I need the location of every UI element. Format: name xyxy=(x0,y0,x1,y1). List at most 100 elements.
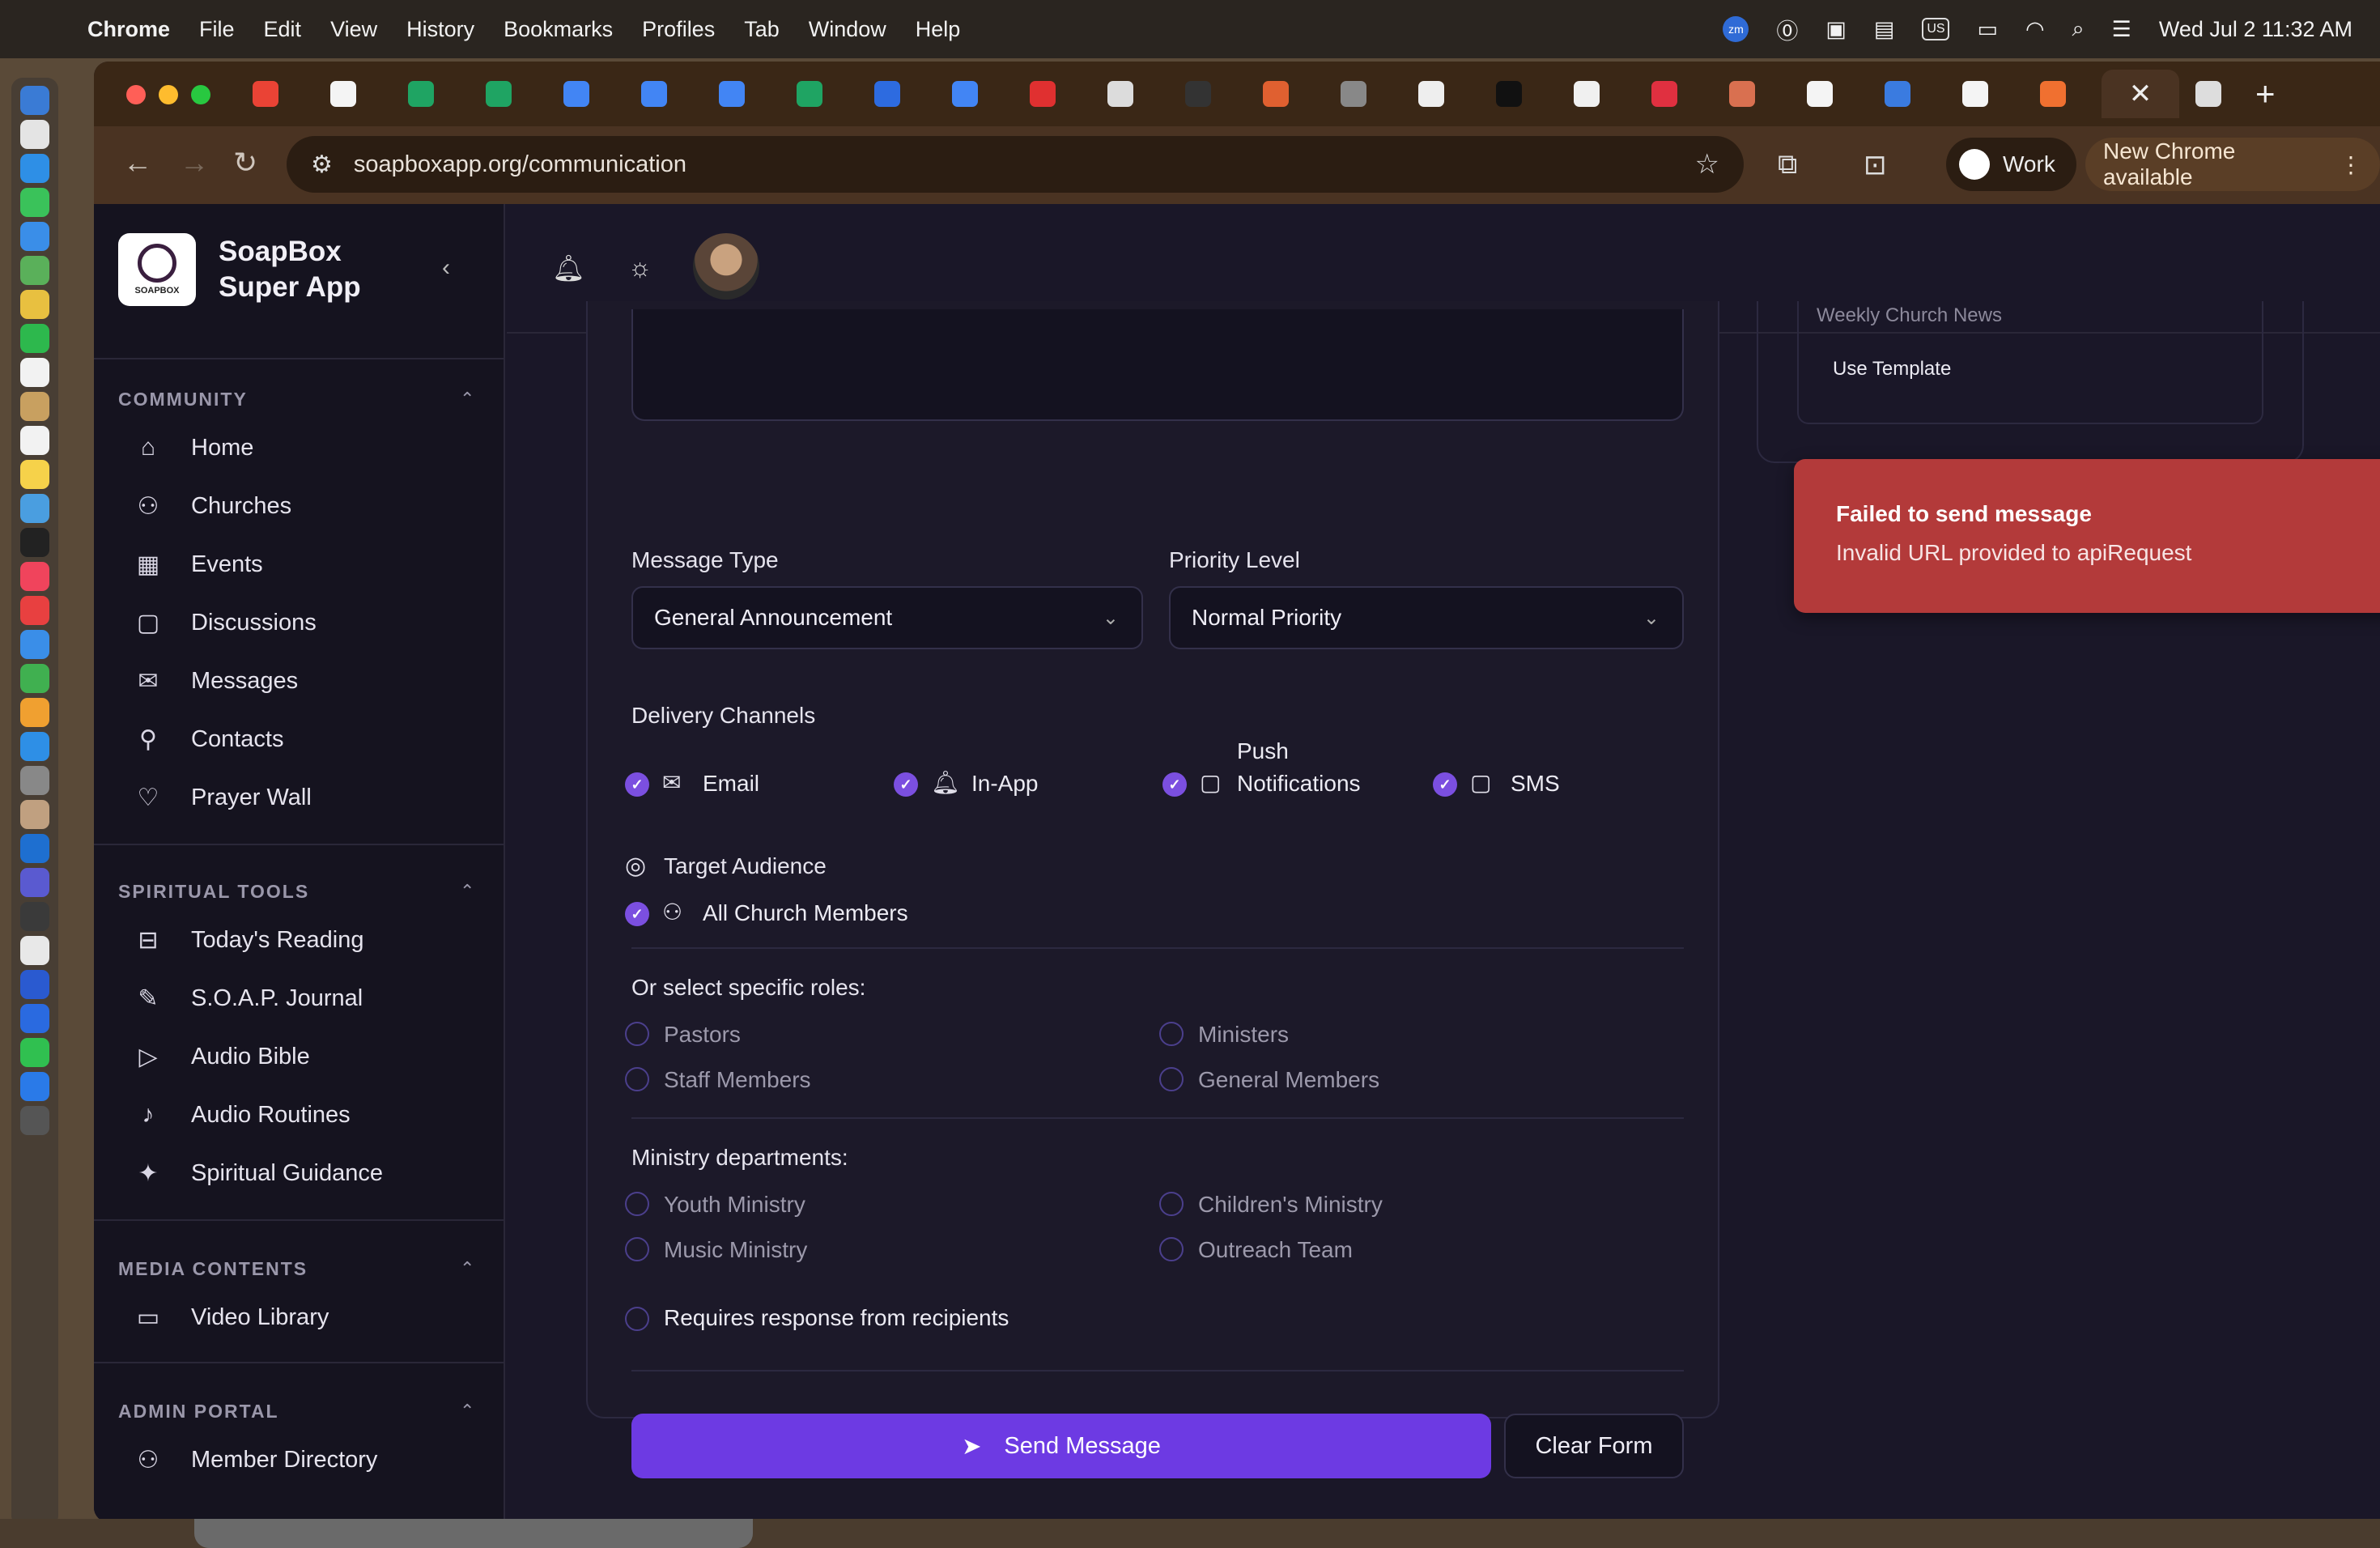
chrome-update-button[interactable]: New Chrome available ⋮ xyxy=(2085,138,2380,191)
sidebar-item-events[interactable]: ▦ Events xyxy=(134,544,263,585)
url-text[interactable]: soapboxapp.org/communication xyxy=(354,151,686,178)
all-members-checkbox[interactable]: ✓ xyxy=(625,902,649,926)
menu-tab[interactable]: Tab xyxy=(744,17,780,42)
x-tab-icon[interactable] xyxy=(1496,81,1522,107)
sidebar-item-spiritual-guidance[interactable]: ✦ Spiritual Guidance xyxy=(134,1153,383,1193)
dept-youth-checkbox[interactable] xyxy=(625,1192,649,1216)
tab-favicon[interactable] xyxy=(1418,81,1444,107)
send-message-button[interactable]: ➤ Send Message xyxy=(631,1414,1491,1478)
section-admin-portal[interactable]: ADMIN PORTAL xyxy=(118,1401,279,1423)
sidebar-item-soap-journal[interactable]: ✎ S.O.A.P. Journal xyxy=(134,978,363,1019)
chrome-tab-icon[interactable] xyxy=(2195,81,2221,107)
section-media-contents[interactable]: MEDIA CONTENTS xyxy=(118,1258,308,1280)
outlook-dock-icon[interactable] xyxy=(20,834,49,863)
new-tab-button[interactable]: + xyxy=(2255,74,2276,113)
spotlight-search-icon[interactable]: ⌕ xyxy=(2072,16,2085,42)
safari-icon[interactable] xyxy=(20,154,49,183)
facetime-icon[interactable] xyxy=(20,324,49,353)
in-app-channel-checkbox[interactable]: ✓ xyxy=(894,772,918,797)
battery-icon[interactable]: ▭ xyxy=(1977,17,1998,42)
tab-favicon[interactable] xyxy=(1341,81,1366,107)
preview-icon[interactable] xyxy=(20,800,49,829)
mail-icon[interactable] xyxy=(20,222,49,251)
docs-tab-icon[interactable] xyxy=(719,81,745,107)
reminders-icon[interactable] xyxy=(20,426,49,455)
github-tab-icon[interactable] xyxy=(1807,81,1833,107)
profile-button[interactable]: Work xyxy=(1946,138,2076,191)
hubspot-tab-icon[interactable] xyxy=(2040,81,2066,107)
trash-icon[interactable] xyxy=(20,1106,49,1135)
tab-favicon[interactable] xyxy=(1651,81,1677,107)
maps-icon[interactable] xyxy=(20,256,49,285)
tab-favicon[interactable] xyxy=(330,81,356,107)
gmail-tab-icon[interactable] xyxy=(253,81,278,107)
section-spiritual-tools[interactable]: SPIRITUAL TOOLS xyxy=(118,881,309,903)
extensions-icon[interactable]: ⧉ xyxy=(1778,149,1797,181)
sheets-tab-icon[interactable] xyxy=(797,81,822,107)
role-pastors-checkbox[interactable] xyxy=(625,1022,649,1046)
menu-profiles[interactable]: Profiles xyxy=(642,17,715,42)
sidebar-item-audio-routines[interactable]: ♪ Audio Routines xyxy=(134,1095,351,1135)
menu-window[interactable]: Window xyxy=(809,17,886,42)
minimize-window-button[interactable] xyxy=(159,85,178,104)
freeform-icon[interactable] xyxy=(20,494,49,523)
error-toast[interactable]: Failed to send message Invalid URL provi… xyxy=(1794,459,2380,613)
menu-bookmarks[interactable]: Bookmarks xyxy=(504,17,613,42)
tab-favicon[interactable] xyxy=(1107,81,1133,107)
back-icon[interactable]: ← xyxy=(123,146,152,180)
sidebar-item-churches[interactable]: ⚇ Churches xyxy=(134,486,292,526)
numbers-icon[interactable] xyxy=(20,664,49,693)
priority-level-select[interactable]: Normal Priority ⌄ xyxy=(1169,586,1684,649)
1password-icon[interactable] xyxy=(20,1004,49,1033)
zoom-dock-icon[interactable] xyxy=(20,1072,49,1101)
sidebar-item-video-library[interactable]: ▭ Video Library xyxy=(134,1297,329,1337)
tab-search-icon[interactable]: ⊡ xyxy=(1864,149,1887,181)
role-staff-checkbox[interactable] xyxy=(625,1067,649,1091)
messages-icon[interactable] xyxy=(20,188,49,217)
calendar-icon[interactable] xyxy=(20,358,49,387)
use-template-button[interactable]: Use Template xyxy=(1833,358,1951,381)
dept-outreach-checkbox[interactable] xyxy=(1159,1237,1184,1261)
menubar-clock[interactable]: Wed Jul 2 11:32 AM xyxy=(2159,17,2352,42)
kebab-menu-icon[interactable]: ⋮ xyxy=(2340,151,2362,178)
dept-children-checkbox[interactable] xyxy=(1159,1192,1184,1216)
whatsapp-icon[interactable] xyxy=(20,1038,49,1067)
control-center-icon[interactable]: ☰ xyxy=(2112,17,2131,42)
menu-history[interactable]: History xyxy=(406,17,474,42)
tv-icon[interactable] xyxy=(20,528,49,557)
sheets-tab-icon[interactable] xyxy=(408,81,434,107)
contacts-icon[interactable] xyxy=(20,392,49,421)
sidebar-item-todays-reading[interactable]: ⊟ Today's Reading xyxy=(134,920,363,960)
tab-favicon[interactable] xyxy=(874,81,900,107)
clear-form-button[interactable]: Clear Form xyxy=(1504,1414,1684,1478)
password-icon[interactable]: ⓪ xyxy=(1776,14,1798,45)
sidebar-item-member-directory[interactable]: ⚇ Member Directory xyxy=(134,1440,378,1480)
section-community[interactable]: COMMUNITY xyxy=(118,389,248,410)
claude-tab-icon[interactable] xyxy=(1729,81,1755,107)
teams-dock-icon[interactable] xyxy=(20,868,49,897)
tab-favicon[interactable] xyxy=(1962,81,1988,107)
message-type-select[interactable]: General Announcement ⌄ xyxy=(631,586,1143,649)
menu-edit[interactable]: Edit xyxy=(264,17,302,42)
email-channel-checkbox[interactable]: ✓ xyxy=(625,772,649,797)
tab-favicon[interactable] xyxy=(1885,81,1910,107)
sidebar-item-audio-bible[interactable]: ▷ Audio Bible xyxy=(134,1036,309,1077)
close-window-button[interactable] xyxy=(126,85,146,104)
sheets-tab-icon[interactable] xyxy=(486,81,512,107)
docs-tab-icon[interactable] xyxy=(641,81,667,107)
news-icon[interactable] xyxy=(20,596,49,625)
forward-icon[interactable]: → xyxy=(180,146,209,180)
requires-response-checkbox[interactable] xyxy=(625,1307,649,1331)
wifi-icon[interactable]: ◠ xyxy=(2025,17,2045,42)
push-channel-checkbox[interactable]: ✓ xyxy=(1162,772,1187,797)
active-tab-close-icon[interactable]: ✕ xyxy=(2102,70,2179,118)
address-bar[interactable]: ⚙ soapboxapp.org/communication ☆ xyxy=(287,136,1744,193)
tab-favicon[interactable] xyxy=(1185,81,1211,107)
tab-favicon[interactable] xyxy=(1030,81,1056,107)
terminal-icon[interactable] xyxy=(20,902,49,931)
message-textarea[interactable] xyxy=(631,309,1684,421)
chevron-up-icon[interactable]: ⌃ xyxy=(460,881,474,902)
sidebar-item-prayer-wall[interactable]: ♡ Prayer Wall xyxy=(134,777,312,818)
zoom-icon[interactable]: zm xyxy=(1723,16,1749,42)
notes-icon[interactable] xyxy=(20,460,49,489)
